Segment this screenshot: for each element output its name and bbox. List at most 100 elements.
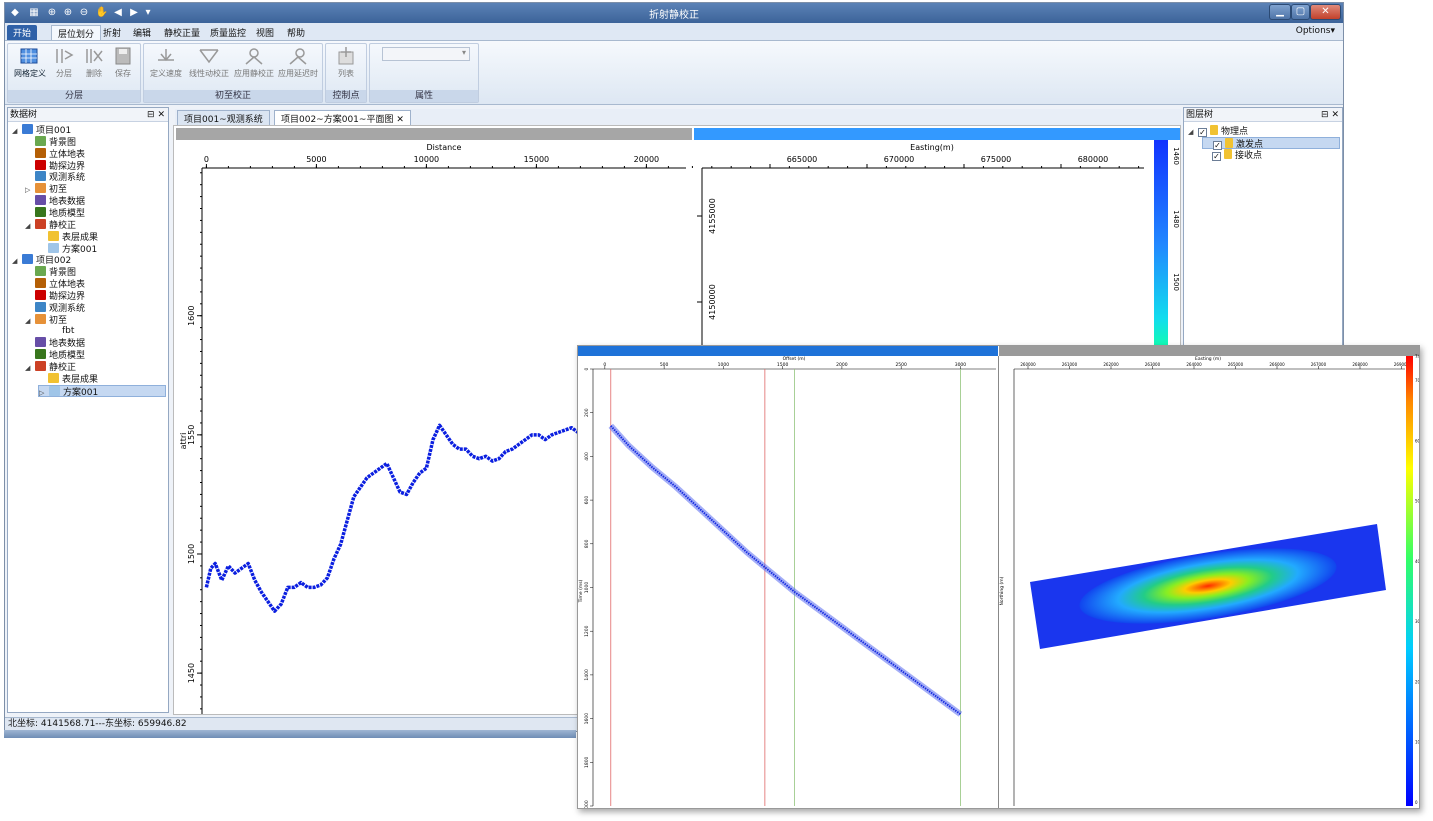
scatter-y-tick-label: 1200 (584, 625, 590, 637)
image-icon (35, 135, 46, 146)
x-tick-label: 5000 (306, 155, 326, 164)
tree-item[interactable]: ▷ 方案001 (38, 384, 166, 399)
tree-item-label: 勘探边界 (49, 161, 86, 172)
survey-icon (35, 301, 46, 312)
define-velocity-button[interactable]: 定义速度 (146, 46, 186, 80)
layer-tree-title: 图层树 (1186, 110, 1214, 120)
scatter-x-tick-label: 500 (660, 362, 669, 368)
tree-item-label: 观测系统 (49, 173, 86, 184)
geology-icon (35, 349, 46, 360)
tree-item[interactable]: ◢ 静校正 (25, 361, 76, 373)
expand-arrow-icon[interactable]: ◢ (12, 125, 22, 137)
tree-item-label: 静校正 (49, 220, 77, 231)
tree-item[interactable]: 勘探边界 (25, 289, 85, 302)
project-icon (22, 124, 33, 134)
tree-item[interactable]: fbt (38, 325, 74, 337)
layer-checkbox[interactable]: ✓ (1198, 128, 1207, 137)
x-tick-label: 10000 (414, 155, 439, 164)
tree-item[interactable]: 背景图 (25, 266, 76, 278)
minimize-button[interactable]: ▁ (1269, 4, 1291, 20)
tree-item[interactable]: 表层成果 (38, 372, 98, 385)
layer-item[interactable]: ◢ ✓ 物理点 (1188, 125, 1248, 137)
menu-start[interactable]: 开始 (7, 25, 38, 40)
first-break-band (608, 423, 963, 717)
folder-icon (1225, 138, 1233, 148)
scatter-panel-header (578, 346, 998, 356)
lvl-icon (48, 372, 59, 383)
layer-item[interactable]: ✓ 接收点 (1202, 149, 1262, 161)
apply-delay-button[interactable]: 应用延迟时 (276, 46, 320, 80)
apply-statics-label: 应用静校正 (234, 69, 274, 78)
tree-item[interactable]: 立体地表 (25, 147, 85, 160)
tab-plan-view[interactable]: 项目002~方案001~平面图 ✕ (274, 110, 411, 125)
layer-item[interactable]: ✓ 激发点 (1202, 137, 1340, 150)
menu-layer-division[interactable]: 层位划分 (51, 25, 102, 40)
tree-item[interactable]: ◢ 项目001 (12, 124, 71, 136)
expand-arrow-icon[interactable]: ◢ (25, 220, 35, 232)
expand-arrow-icon[interactable]: ◢ (12, 255, 22, 267)
tree-item-label: 观测系统 (49, 303, 86, 314)
data-tree-panel: 数据树 ⊟ ✕ ◢ 项目001 背景图 立体地表 勘探边界 观测系统 ▷ 初至 地表数据 地质模型… (7, 107, 169, 713)
collapse-arrow-icon[interactable]: ▷ (39, 387, 49, 399)
apply-statics-button[interactable]: 应用静校正 (232, 46, 276, 80)
tree-item[interactable]: 观测系统 (25, 301, 86, 314)
tree-item[interactable]: 表层成果 (38, 230, 98, 243)
tab-survey-system[interactable]: 项目001~观测系统 (177, 110, 270, 125)
expand-arrow-icon[interactable]: ◢ (25, 315, 35, 327)
scheme-icon (48, 242, 59, 253)
right-panel-header (694, 128, 1180, 140)
tree-item[interactable]: 观测系统 (25, 171, 85, 183)
expand-arrow-icon[interactable]: ◢ (1188, 126, 1198, 138)
layer-tree-header: 图层树 ⊟ ✕ (1184, 108, 1342, 122)
maximize-button[interactable]: ▢ (1291, 4, 1310, 20)
attribute-select[interactable]: ▾ (382, 47, 470, 61)
tree-item-label: 方案001 (62, 244, 98, 255)
linear-moveout-icon (199, 49, 219, 64)
tree-item[interactable]: 立体地表 (25, 278, 85, 290)
tree-item[interactable]: 地表数据 (25, 195, 85, 207)
map-colorbar (1154, 140, 1168, 350)
statics-icon (35, 361, 46, 371)
tab-close-icon[interactable]: ✕ (396, 115, 404, 125)
scatter-y-tick-label: 1600 (584, 713, 590, 725)
list-button[interactable]: 列表 (326, 46, 366, 80)
close-button[interactable]: ✕ (1310, 4, 1341, 20)
menu-view[interactable]: 视图 (250, 25, 280, 40)
menu-edit[interactable]: 编辑 (127, 25, 157, 40)
save-button[interactable]: 保存 (103, 46, 143, 80)
expand-arrow-icon[interactable]: ◢ (25, 362, 35, 374)
heatmap-x-tick-label: 268000 (1352, 362, 1368, 367)
panel-controls[interactable]: ⊟ ✕ (1321, 108, 1339, 122)
options-caret-icon: ▾ (1330, 26, 1335, 36)
tree-item[interactable]: 方案001 (38, 242, 98, 255)
menu-statics[interactable]: 静校正量 (158, 25, 206, 40)
options-menu[interactable]: Options▾ (1290, 25, 1341, 40)
tree-item[interactable]: 地质模型 (25, 206, 85, 219)
tree-item-label: 初至 (49, 185, 68, 196)
define-velocity-label: 定义速度 (150, 69, 182, 78)
data-tree-title: 数据树 (10, 110, 38, 120)
menu-refraction[interactable]: 折射 (97, 25, 127, 40)
ribbon-group-label: 属性 (370, 90, 478, 102)
tree-item[interactable]: 地质模型 (25, 349, 85, 361)
tree-item[interactable]: ◢ 初至 (25, 313, 67, 327)
menu-quality[interactable]: 质量监控 (204, 25, 252, 40)
surface-data-icon (35, 337, 46, 348)
panel-controls[interactable]: ⊟ ✕ (147, 108, 165, 122)
menu-help[interactable]: 帮助 (281, 25, 311, 40)
tree-item[interactable]: ▷ 初至 (25, 183, 67, 195)
tree-item[interactable]: 地表数据 (25, 337, 85, 349)
map-x-tick-label: 675000 (981, 155, 1012, 164)
tree-item[interactable]: ◢ 静校正 (25, 218, 77, 232)
attribute-curve (204, 423, 586, 613)
layer-checkbox[interactable]: ✓ (1212, 152, 1221, 161)
map-x-title: Easting(m) (910, 143, 954, 152)
tree-item[interactable]: ◢ 项目002 (12, 254, 71, 266)
scatter-y-tick-label: 2000 (584, 800, 590, 808)
tree-item[interactable]: 背景图 (25, 135, 76, 148)
tree-item[interactable]: 勘探边界 (25, 159, 86, 172)
window-title: 折射静校正 (649, 10, 699, 21)
linear-moveout-button[interactable]: 线性动校正 (186, 46, 232, 80)
ribbon-group-first-break: 定义速度 线性动校正 应用静校正 应用延迟时 初至校正 (143, 43, 323, 103)
ribbon: 网格定义 分层 删除 保存 分层 定义速度 线性动校正 应用静校正 应用延迟时 … (5, 41, 1343, 105)
